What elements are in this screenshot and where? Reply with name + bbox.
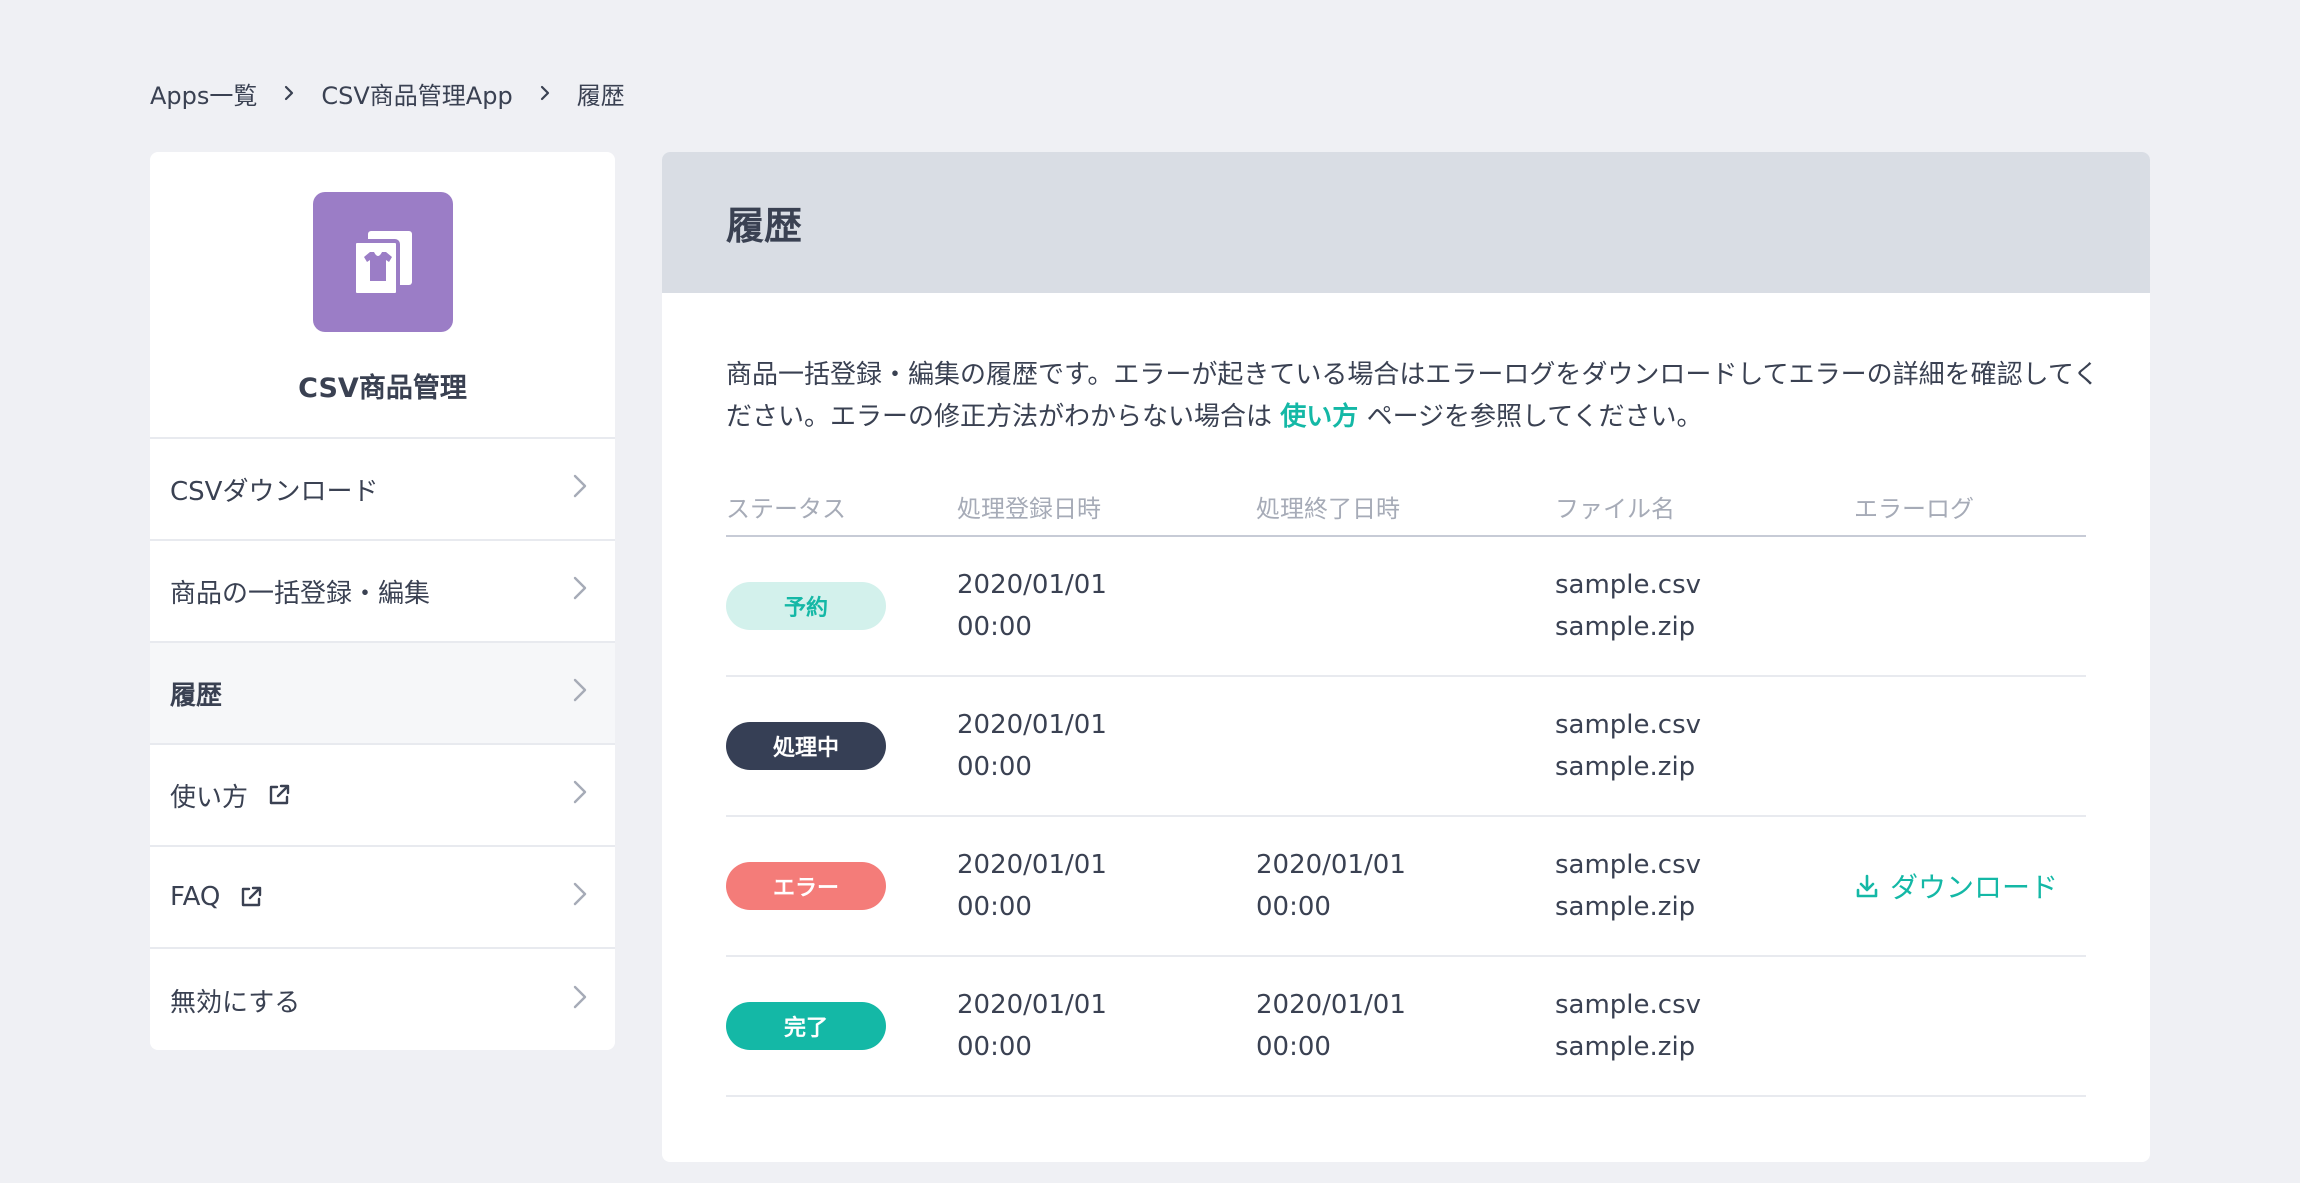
file-name: sample.csv: [1555, 850, 1702, 880]
chevron-right-icon: [571, 881, 589, 914]
breadcrumb: Apps一覧 CSV商品管理App 履歴: [150, 74, 625, 112]
file-names: sample.csv sample.zip: [1555, 984, 1854, 1068]
time-text: 00:00: [1256, 1032, 1331, 1062]
column-header-registered: 処理登録日時: [957, 494, 1101, 523]
panel-header: 履歴: [662, 152, 2150, 293]
column-header-status: ステータス: [726, 494, 846, 523]
table-row: 処理中 2020/01/01 00:00 sample.csv sample.z…: [726, 677, 2086, 817]
sidebar-item-label: 履歴: [170, 680, 223, 711]
time-text: 00:00: [957, 612, 1032, 642]
sidebar-item-label: FAQ: [170, 882, 221, 912]
registered-datetime: 2020/01/01 00:00: [957, 704, 1256, 788]
ended-datetime: 2020/01/01 00:00: [1256, 984, 1555, 1068]
date-text: 2020/01/01: [957, 990, 1107, 1020]
file-names: sample.csv sample.zip: [1555, 564, 1854, 648]
chevron-right-icon: [571, 575, 589, 608]
chevron-right-icon: [571, 984, 589, 1017]
registered-datetime: 2020/01/01 00:00: [957, 984, 1256, 1068]
description-text-end: ページを参照してください。: [1366, 402, 1703, 432]
chevron-right-icon: [537, 85, 553, 101]
status-badge: 予約: [726, 582, 886, 630]
column-header-filename: ファイル名: [1555, 494, 1675, 523]
history-table: ステータス 処理登録日時 処理終了日時 ファイル名 エラーログ 予約 2020/…: [726, 477, 2086, 1097]
sidebar-item-csv-download[interactable]: CSVダウンロード: [150, 439, 615, 541]
file-name: sample.zip: [1555, 892, 1696, 922]
column-header-ended: 処理終了日時: [1256, 494, 1400, 523]
csv-shirt-document-icon: [312, 192, 453, 332]
sidebar-item-disable[interactable]: 無効にする: [150, 949, 615, 1050]
file-name: sample.zip: [1555, 752, 1696, 782]
file-name: sample.csv: [1555, 990, 1702, 1020]
status-badge: エラー: [726, 862, 886, 910]
chevron-right-icon: [571, 779, 589, 812]
time-text: 00:00: [957, 752, 1032, 782]
file-names: sample.csv sample.zip: [1555, 844, 1854, 928]
date-text: 2020/01/01: [957, 710, 1107, 740]
history-panel: 履歴 商品一括登録・編集の履歴です。エラーが起きている場合はエラーログをダウンロ…: [662, 152, 2150, 1162]
breadcrumb-current: 履歴: [576, 81, 625, 110]
sidebar-item-label: 商品の一括登録・編集: [170, 578, 431, 609]
chevron-right-icon: [571, 677, 589, 710]
file-names: sample.csv sample.zip: [1555, 704, 1854, 788]
file-name: sample.zip: [1555, 612, 1696, 642]
table-header: ステータス 処理登録日時 処理終了日時 ファイル名 エラーログ: [726, 477, 2086, 537]
error-log-download-link[interactable]: ダウンロード: [1854, 866, 2086, 906]
sidebar-item-label: 使い方: [170, 782, 249, 813]
table-row: 予約 2020/01/01 00:00 sample.csv sample.zi…: [726, 537, 2086, 677]
history-description: 商品一括登録・編集の履歴です。エラーが起きている場合はエラーログをダウンロードし…: [726, 354, 2106, 438]
sidebar-item-history[interactable]: 履歴: [150, 643, 615, 745]
page-title: 履歴: [726, 204, 803, 248]
sidebar-item-how-to-use[interactable]: 使い方: [150, 745, 615, 847]
sidebar-item-faq[interactable]: FAQ: [150, 847, 615, 949]
date-text: 2020/01/01: [957, 570, 1107, 600]
status-badge: 処理中: [726, 722, 886, 770]
date-text: 2020/01/01: [1256, 850, 1406, 880]
chevron-right-icon: [571, 473, 589, 506]
page: Apps一覧 CSV商品管理App 履歴 CSV商品管理 CSVダウンロード 商…: [0, 0, 2300, 1183]
error-log-cell: ダウンロード: [1854, 866, 2086, 906]
status-badge: 完了: [726, 1002, 886, 1050]
file-name: sample.csv: [1555, 710, 1702, 740]
sidebar-item-label: CSVダウンロード: [170, 476, 379, 507]
sidebar-item-label: 無効にする: [170, 987, 301, 1018]
time-text: 00:00: [957, 892, 1032, 922]
download-icon: [1854, 873, 1880, 899]
download-label: ダウンロード: [1890, 871, 2059, 904]
app-name: CSV商品管理: [298, 373, 467, 404]
file-name: sample.zip: [1555, 1032, 1696, 1062]
column-header-error-log: エラーログ: [1854, 494, 1974, 523]
external-link-icon: [238, 884, 264, 910]
chevron-right-icon: [281, 85, 297, 101]
table-row: エラー 2020/01/01 00:00 2020/01/01 00:00 sa…: [726, 817, 2086, 957]
table-row: 完了 2020/01/01 00:00 2020/01/01 00:00 sam…: [726, 957, 2086, 1097]
time-text: 00:00: [957, 1032, 1032, 1062]
date-text: 2020/01/01: [1256, 990, 1406, 1020]
how-to-use-link[interactable]: 使い方: [1280, 402, 1358, 432]
sidebar: CSV商品管理 CSVダウンロード 商品の一括登録・編集 履歴 使い方 FAQ …: [150, 152, 615, 1050]
sidebar-item-bulk-edit[interactable]: 商品の一括登録・編集: [150, 541, 615, 643]
breadcrumb-apps-list[interactable]: Apps一覧: [150, 76, 257, 111]
time-text: 00:00: [1256, 892, 1331, 922]
ended-datetime: 2020/01/01 00:00: [1256, 844, 1555, 928]
date-text: 2020/01/01: [957, 850, 1107, 880]
breadcrumb-csv-app[interactable]: CSV商品管理App: [321, 76, 512, 111]
registered-datetime: 2020/01/01 00:00: [957, 564, 1256, 648]
app-header: CSV商品管理: [150, 152, 615, 439]
external-link-icon: [266, 782, 292, 808]
registered-datetime: 2020/01/01 00:00: [957, 844, 1256, 928]
file-name: sample.csv: [1555, 570, 1702, 600]
